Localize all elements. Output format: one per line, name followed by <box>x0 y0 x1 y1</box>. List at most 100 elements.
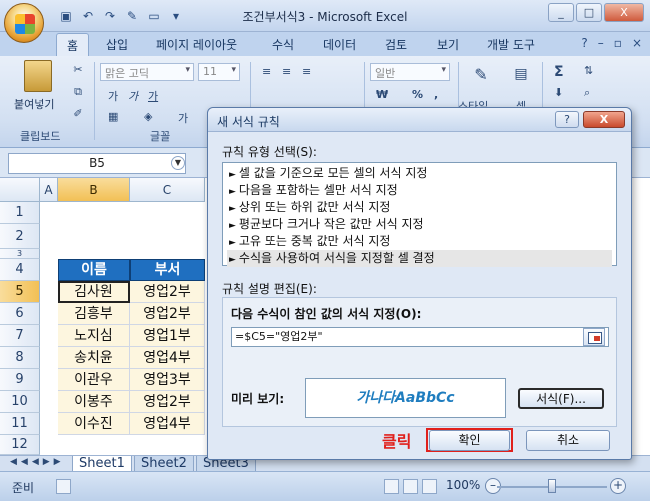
rule-type-item[interactable]: ► 평균보다 크거나 작은 값만 서식 지정 <box>227 216 612 233</box>
copy-icon[interactable]: ⧉ <box>70 84 86 100</box>
zoom-in-icon[interactable]: + <box>610 478 626 494</box>
close-button[interactable]: X <box>604 3 644 22</box>
table-cell-dept[interactable]: 영업2부 <box>130 281 205 303</box>
align-top-icon[interactable]: ≡ <box>258 63 275 81</box>
paste-button-label[interactable]: 붙여넣기 <box>14 96 54 112</box>
row-header-10[interactable]: 10 <box>0 391 40 413</box>
header-cell-name[interactable]: 이름 <box>58 259 130 281</box>
page-break-view-icon[interactable] <box>422 479 437 494</box>
tab-home[interactable]: 홈 <box>56 33 90 57</box>
formula-input[interactable]: =$C5="영업2부" <box>231 327 609 347</box>
align-bottom-icon[interactable]: ≡ <box>298 63 315 81</box>
zoom-level[interactable]: 100% <box>446 478 480 492</box>
tab-review[interactable]: 검토 <box>385 36 407 53</box>
ribbon-minimize-icon[interactable]: – <box>598 36 604 50</box>
number-format-combo[interactable]: 일반 <box>370 63 450 81</box>
sheet-tab-2[interactable]: Sheet2 <box>134 456 194 472</box>
table-cell-name[interactable]: 이관우 <box>58 369 130 391</box>
rule-type-item[interactable]: ► 고유 또는 중복 값만 서식 지정 <box>227 233 612 250</box>
ribbon-close-icon[interactable]: × <box>632 36 642 50</box>
row-header-3[interactable]: 3 <box>0 249 40 259</box>
row-header-1[interactable]: 1 <box>0 202 40 224</box>
cancel-button[interactable]: 취소 <box>526 430 610 451</box>
tab-data[interactable]: 데이터 <box>323 36 356 53</box>
tab-developer[interactable]: 개발 도구 <box>487 36 535 53</box>
align-middle-icon[interactable]: ≡ <box>278 63 295 81</box>
row-header-9[interactable]: 9 <box>0 369 40 391</box>
row-header-4[interactable]: 4 <box>0 259 40 281</box>
rule-type-item[interactable]: ► 다음을 포함하는 셀만 서식 지정 <box>227 182 612 199</box>
bold-icon[interactable]: 가 <box>104 86 122 104</box>
table-cell-dept[interactable]: 영업4부 <box>130 347 205 369</box>
ok-button[interactable]: 확인 <box>429 430 510 451</box>
border-icon[interactable]: ▦ <box>104 108 122 126</box>
row-header-2[interactable]: 2 <box>0 224 40 249</box>
row-header-6[interactable]: 6 <box>0 303 40 325</box>
sheet-tab-1[interactable]: Sheet1 <box>72 456 132 472</box>
format-painter-icon[interactable]: ✐ <box>70 106 86 122</box>
office-button[interactable] <box>4 3 44 43</box>
font-size-combo[interactable]: 11 <box>198 63 240 81</box>
currency-button[interactable]: ₩ <box>372 86 392 104</box>
tab-view[interactable]: 보기 <box>437 36 459 53</box>
table-cell-name[interactable]: 김사원 <box>58 281 130 303</box>
sheet-nav-arrows-icon[interactable]: ◀◀◀▶▶ <box>10 457 65 467</box>
format-button[interactable]: 서식(F)... <box>518 388 604 409</box>
name-box[interactable]: B5 <box>8 153 186 174</box>
cut-icon[interactable]: ✂ <box>70 62 86 78</box>
row-header-5[interactable]: 5 <box>0 281 40 303</box>
row-header-11[interactable]: 11 <box>0 413 40 435</box>
fill-color-icon[interactable]: ◈ <box>140 108 156 126</box>
percent-button[interactable]: % <box>408 86 427 104</box>
table-cell-dept[interactable]: 영업3부 <box>130 369 205 391</box>
paste-icon[interactable] <box>24 60 52 92</box>
styles-icon[interactable]: ✎ <box>468 62 494 88</box>
rule-type-item-selected[interactable]: ► 수식을 사용하여 서식을 지정할 셀 결정 <box>227 250 612 267</box>
row-header-8[interactable]: 8 <box>0 347 40 369</box>
column-header-a[interactable]: A <box>40 178 58 202</box>
rule-type-list[interactable]: ► 셀 값을 기준으로 모든 셀의 서식 지정 ► 다음을 포함하는 셀만 서식 지… <box>222 162 617 267</box>
table-cell-dept[interactable]: 영업4부 <box>130 413 205 435</box>
zoom-slider-handle[interactable] <box>548 479 556 493</box>
ribbon-restore-icon[interactable]: ▫ <box>614 36 622 50</box>
dialog-title-bar[interactable]: 새 서식 규칙 ? X <box>208 108 631 132</box>
table-cell-name[interactable]: 이수진 <box>58 413 130 435</box>
rule-type-item[interactable]: ► 셀 값을 기준으로 모든 셀의 서식 지정 <box>227 165 612 182</box>
table-cell-dept[interactable]: 영업2부 <box>130 303 205 325</box>
tab-formulas[interactable]: 수식 <box>272 36 294 53</box>
table-cell-name[interactable]: 노지심 <box>58 325 130 347</box>
font-name-combo[interactable]: 맑은 고딕 <box>100 63 194 81</box>
column-header-c[interactable]: C <box>130 178 205 202</box>
sort-filter-icon[interactable]: ⇅ <box>580 62 597 80</box>
italic-icon[interactable]: 가 <box>124 86 142 104</box>
help-icon[interactable]: ? <box>581 36 587 50</box>
column-header-b[interactable]: B <box>58 178 130 202</box>
normal-view-icon[interactable] <box>384 479 399 494</box>
table-cell-name[interactable]: 송치윤 <box>58 347 130 369</box>
select-all-corner[interactable] <box>0 178 40 202</box>
autosum-icon[interactable]: Σ <box>550 62 568 80</box>
page-layout-view-icon[interactable] <box>403 479 418 494</box>
row-header-7[interactable]: 7 <box>0 325 40 347</box>
collapse-dialog-icon[interactable] <box>583 328 605 346</box>
tab-insert[interactable]: 삽입 <box>106 36 128 53</box>
table-cell-dept[interactable]: 영업2부 <box>130 391 205 413</box>
font-color-icon[interactable]: 가 <box>174 108 192 126</box>
underline-icon[interactable]: 가 <box>144 86 162 104</box>
table-cell-name[interactable]: 김흥부 <box>58 303 130 325</box>
table-cell-dept[interactable]: 영업1부 <box>130 325 205 347</box>
macro-record-icon[interactable] <box>56 479 71 494</box>
rule-type-item[interactable]: ► 상위 또는 하위 값만 서식 지정 <box>227 199 612 216</box>
header-cell-dept[interactable]: 부서 <box>130 259 205 281</box>
name-box-dropdown-icon[interactable]: ▼ <box>171 156 185 170</box>
find-icon[interactable]: ⌕ <box>580 84 594 102</box>
dialog-help-button[interactable]: ? <box>555 111 579 128</box>
maximize-button[interactable]: □ <box>576 3 602 22</box>
tab-page-layout[interactable]: 페이지 레이아웃 <box>156 36 237 53</box>
cells-icon[interactable]: ▤ <box>510 62 532 86</box>
dialog-close-button[interactable]: X <box>583 111 625 128</box>
table-cell-name[interactable]: 이봉주 <box>58 391 130 413</box>
minimize-button[interactable]: _ <box>548 3 574 22</box>
fill-icon[interactable]: ⬇ <box>550 84 567 102</box>
comma-button[interactable]: , <box>430 86 442 104</box>
